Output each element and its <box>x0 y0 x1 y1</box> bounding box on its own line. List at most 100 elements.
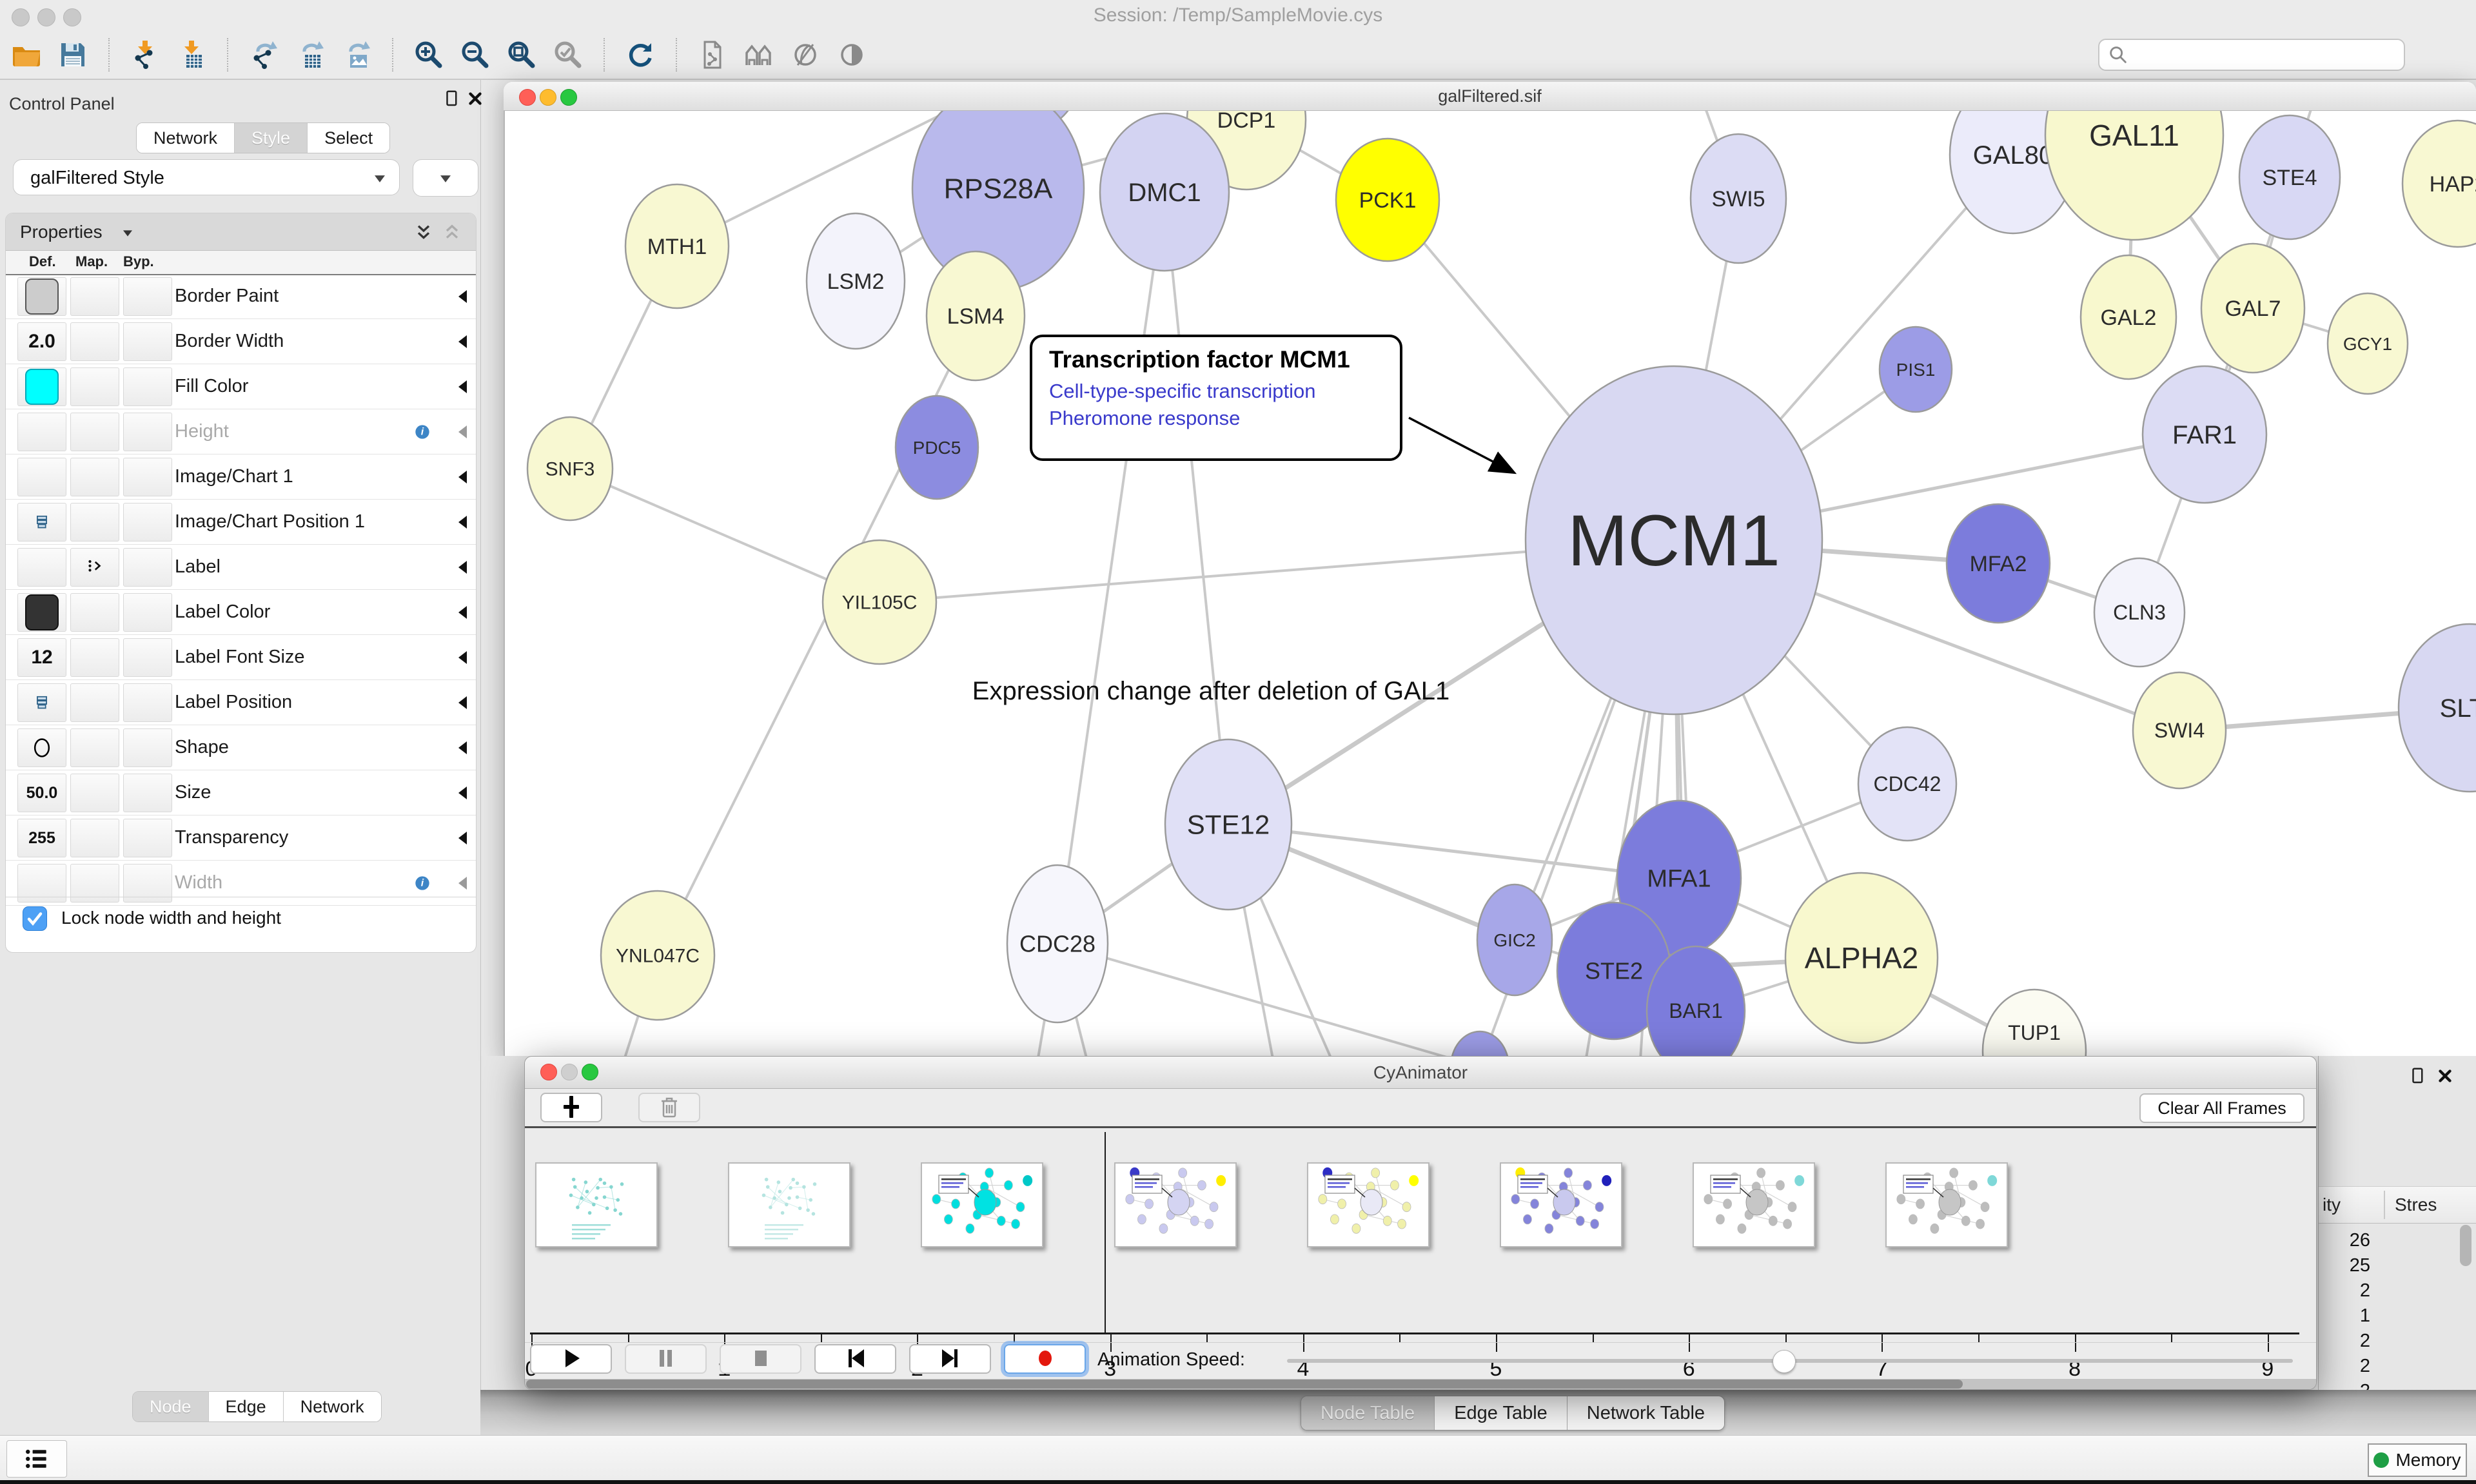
def-cell[interactable] <box>17 593 66 632</box>
import-table-button[interactable] <box>173 35 210 74</box>
table-cell[interactable]: 25 <box>2319 1255 2370 1276</box>
network-window-titlebar[interactable]: galFiltered.sif <box>504 82 2476 111</box>
table-cell[interactable]: 2 <box>2319 1381 2370 1390</box>
expand-all-icon[interactable] <box>413 222 434 242</box>
def-cell[interactable] <box>17 548 66 587</box>
byp-cell[interactable] <box>123 593 172 632</box>
save-button[interactable] <box>54 35 92 74</box>
export-network-button[interactable] <box>245 35 282 74</box>
table-col-ity[interactable]: ity <box>2323 1195 2341 1215</box>
properties-header[interactable]: Properties <box>6 213 476 251</box>
expand-property-icon[interactable] <box>457 289 468 304</box>
property-row-fill-color[interactable]: Fill Color <box>6 364 476 409</box>
maximize-window-icon[interactable] <box>560 89 577 106</box>
keyframe-7[interactable] <box>1885 1162 2008 1247</box>
property-row-label-font-size[interactable]: 12Label Font Size <box>6 635 476 680</box>
keyframe-4[interactable] <box>1307 1162 1430 1247</box>
column-divider[interactable] <box>2384 1191 2385 1219</box>
pause-button[interactable] <box>625 1344 707 1374</box>
property-row-transparency[interactable]: 255Transparency <box>6 815 476 861</box>
table-cell[interactable]: 2 <box>2319 1331 2370 1352</box>
task-history-button[interactable] <box>6 1440 67 1478</box>
zoom-fit-button[interactable] <box>503 35 540 74</box>
keyframe-5[interactable] <box>1500 1162 1622 1247</box>
tab-edge[interactable]: Edge <box>209 1392 284 1421</box>
table-cell[interactable]: 2 <box>2319 1356 2370 1377</box>
style-combo[interactable]: galFiltered Style <box>13 159 400 195</box>
maximize-window-icon[interactable] <box>63 8 81 26</box>
table-cell[interactable]: 1 <box>2319 1305 2370 1327</box>
property-row-height[interactable]: Heighti <box>6 409 476 454</box>
map-cell[interactable] <box>70 322 119 361</box>
def-cell[interactable]: 50.0 <box>17 774 66 812</box>
edge-dmc1-cdc28[interactable] <box>1057 192 1164 944</box>
def-cell[interactable] <box>17 503 66 542</box>
close-window-icon[interactable] <box>519 89 536 106</box>
byp-cell[interactable] <box>123 458 172 496</box>
birds-eye-button[interactable] <box>740 35 778 74</box>
byp-cell[interactable] <box>123 683 172 722</box>
expand-property-icon[interactable] <box>457 469 468 485</box>
position-icon[interactable] <box>31 692 53 714</box>
map-cell[interactable] <box>70 458 119 496</box>
close-panel-icon[interactable] <box>2435 1066 2455 1086</box>
export-image-button[interactable] <box>338 35 375 74</box>
map-cell[interactable] <box>70 819 119 857</box>
def-cell[interactable] <box>17 277 66 316</box>
float-panel-icon[interactable] <box>2408 1066 2428 1086</box>
close-window-icon[interactable] <box>12 8 30 26</box>
def-cell[interactable] <box>17 458 66 496</box>
byp-cell[interactable] <box>123 503 172 542</box>
animation-speed-handle[interactable] <box>1773 1350 1796 1373</box>
property-row-size[interactable]: 50.0Size <box>6 770 476 815</box>
dock-tab-network-table[interactable]: Network Table <box>1567 1396 1724 1430</box>
keyframe-1[interactable] <box>728 1162 850 1247</box>
ellipse-shape-icon[interactable] <box>29 735 55 761</box>
network-file-button[interactable] <box>694 35 731 74</box>
table-header-row[interactable]: ity Stres <box>2319 1186 2476 1224</box>
default-value[interactable]: 12 <box>31 647 52 669</box>
def-cell[interactable]: 12 <box>17 638 66 677</box>
expand-property-icon[interactable] <box>457 379 468 395</box>
export-table-button[interactable] <box>291 35 329 74</box>
record-button[interactable] <box>1004 1344 1086 1374</box>
expand-property-icon[interactable] <box>457 785 468 801</box>
byp-cell[interactable] <box>123 819 172 857</box>
scrollbar-thumb[interactable] <box>526 1380 1963 1389</box>
zoom-in-button[interactable] <box>410 35 447 74</box>
property-row-border-width[interactable]: 2.0Border Width <box>6 319 476 364</box>
default-value[interactable]: 2.0 <box>28 331 55 353</box>
minimize-window-icon[interactable] <box>540 89 556 106</box>
skip-end-button[interactable] <box>909 1344 991 1374</box>
default-swatch[interactable] <box>25 278 59 315</box>
def-cell[interactable] <box>17 413 66 451</box>
default-swatch[interactable] <box>25 594 59 630</box>
def-cell[interactable]: 255 <box>17 819 66 857</box>
collapse-all-icon[interactable] <box>442 222 462 242</box>
property-row-shape[interactable]: Shape <box>6 725 476 770</box>
def-cell[interactable] <box>17 683 66 722</box>
byp-cell[interactable] <box>123 277 172 316</box>
expand-property-icon[interactable] <box>457 695 468 710</box>
cyanimator-timeline[interactable]: 0123456789Seconds <box>525 1128 2316 1342</box>
expand-property-icon[interactable] <box>457 740 468 756</box>
playhead[interactable] <box>1105 1132 1106 1334</box>
property-row-label[interactable]: Label <box>6 545 476 590</box>
default-swatch[interactable] <box>25 369 59 405</box>
keyframe-0[interactable] <box>535 1162 658 1247</box>
float-panel-icon[interactable] <box>442 89 462 108</box>
add-frame-button[interactable] <box>540 1093 602 1122</box>
skip-start-button[interactable] <box>814 1344 896 1374</box>
annotation-link[interactable]: Pheromone response <box>1049 407 1400 430</box>
byp-cell[interactable] <box>123 322 172 361</box>
annotation-link[interactable]: Cell-type-specific transcription <box>1049 380 1400 403</box>
import-network-button[interactable] <box>126 35 164 74</box>
byp-cell[interactable] <box>123 413 172 451</box>
default-value[interactable]: 255 <box>28 829 55 848</box>
map-cell[interactable] <box>70 548 119 587</box>
node-stub1[interactable] <box>1451 1031 1509 1056</box>
search-input[interactable] <box>2129 44 2404 66</box>
map-cell[interactable] <box>70 277 119 316</box>
map-cell[interactable] <box>70 367 119 406</box>
property-row-border-paint[interactable]: Border Paint <box>6 274 476 319</box>
